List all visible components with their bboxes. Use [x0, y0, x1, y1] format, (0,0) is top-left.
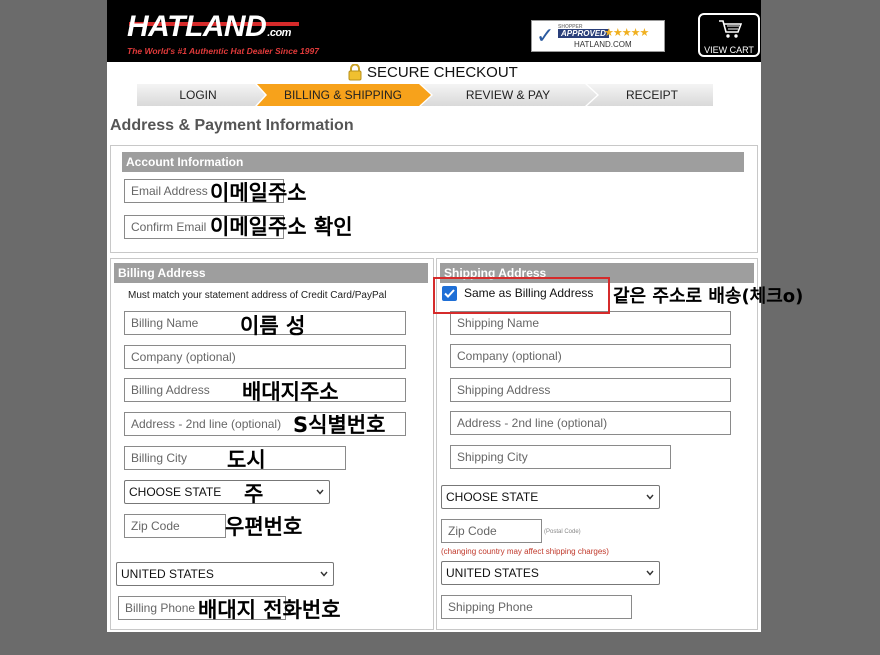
shipping-name-input[interactable]: Shipping Name	[450, 311, 731, 335]
shipping-country-select[interactable]: UNITED STATES	[441, 561, 660, 585]
shipping-company-input[interactable]: Company (optional)	[450, 344, 731, 368]
logo-hat: HAT	[127, 10, 185, 43]
tagline: The World's #1 Authentic Hat Dealer Sinc…	[127, 46, 319, 56]
view-cart-label: VIEW CART	[704, 45, 754, 55]
chevron-down-icon	[646, 494, 654, 500]
billing-title: Billing Address	[114, 263, 428, 283]
checkout-steps: LOGIN BILLING & SHIPPING REVIEW & PAY RE…	[137, 84, 713, 106]
annotation-address: 배대지주소	[242, 380, 339, 404]
account-title: Account Information	[122, 152, 744, 172]
chevron-down-icon	[646, 570, 654, 576]
step-billing-shipping[interactable]: BILLING & SHIPPING	[261, 84, 425, 106]
billing-country-select[interactable]: UNITED STATES	[116, 562, 334, 586]
lock-icon	[348, 64, 362, 81]
logo-land: LAND	[184, 10, 267, 43]
annotation-name: 이름 성	[240, 314, 306, 338]
same-as-billing-label[interactable]: Same as Billing Address	[464, 286, 593, 300]
secure-checkout-text: SECURE CHECKOUT	[367, 64, 518, 81]
secure-checkout-heading: SECURE CHECKOUT	[347, 64, 518, 81]
chevron-down-icon	[316, 489, 324, 495]
step-receipt[interactable]: RECEIPT	[591, 84, 713, 106]
approved-label: APPROVED	[558, 29, 609, 38]
rating-stars: ★★★★★	[604, 27, 649, 39]
logo-com: .com	[267, 27, 291, 39]
annotation-phone: 배대지 전화번호	[198, 598, 341, 622]
section-title: Address & Payment Information	[110, 117, 354, 134]
shipping-address2-input[interactable]: Address - 2nd line (optional)	[450, 411, 731, 435]
shopping-cart-icon	[719, 20, 742, 38]
shipping-city-input[interactable]: Shipping City	[450, 445, 671, 469]
shipping-state-value: CHOOSE STATE	[446, 490, 539, 504]
annotation-confirm-email: 이메일주소 확인	[210, 215, 353, 239]
annotation-address2: S식별번호	[293, 413, 386, 437]
chevron-down-icon	[320, 571, 328, 577]
annotation-state: 주	[244, 482, 264, 506]
shipping-address-input[interactable]: Shipping Address	[450, 378, 731, 402]
checkout-page: HATLAND.com The World's #1 Authentic Hat…	[107, 0, 761, 632]
hatland-logo[interactable]: HATLAND.com	[127, 12, 291, 48]
approved-site: HATLAND.COM	[574, 40, 632, 49]
site-header: HATLAND.com The World's #1 Authentic Hat…	[107, 0, 761, 62]
shopper-approved-badge[interactable]: ✓ SHOPPER APPROVED ★★★★★ HATLAND.COM	[531, 20, 665, 52]
billing-company-input[interactable]: Company (optional)	[124, 345, 406, 369]
check-icon	[444, 289, 455, 298]
checkmark-icon: ✓	[536, 23, 555, 48]
same-as-billing-checkbox[interactable]	[442, 286, 457, 301]
billing-note: Must match your statement address of Cre…	[128, 290, 387, 301]
country-change-note: (changing country may affect shipping ch…	[441, 547, 609, 556]
billing-state-select[interactable]: CHOOSE STATE	[124, 480, 330, 504]
shipping-country-value: UNITED STATES	[446, 566, 539, 580]
billing-state-value: CHOOSE STATE	[129, 485, 222, 499]
shipping-phone-input[interactable]: Shipping Phone	[441, 595, 632, 619]
step-login[interactable]: LOGIN	[137, 84, 259, 106]
view-cart-button[interactable]: VIEW CART	[698, 13, 760, 57]
billing-country-value: UNITED STATES	[121, 567, 214, 581]
billing-zip-input[interactable]: Zip Code	[124, 514, 226, 538]
postal-code-note: (Postal Code)	[544, 529, 581, 535]
annotation-zip: 우편번호	[225, 515, 303, 539]
step-review-pay[interactable]: REVIEW & PAY	[425, 84, 591, 106]
annotation-same-address: 같은 주소로 배송(체크o)	[613, 286, 804, 307]
annotation-city: 도시	[227, 448, 266, 472]
shipping-state-select[interactable]: CHOOSE STATE	[441, 485, 660, 509]
annotation-email: 이메일주소	[210, 181, 307, 205]
shipping-zip-input[interactable]: Zip Code	[441, 519, 542, 543]
